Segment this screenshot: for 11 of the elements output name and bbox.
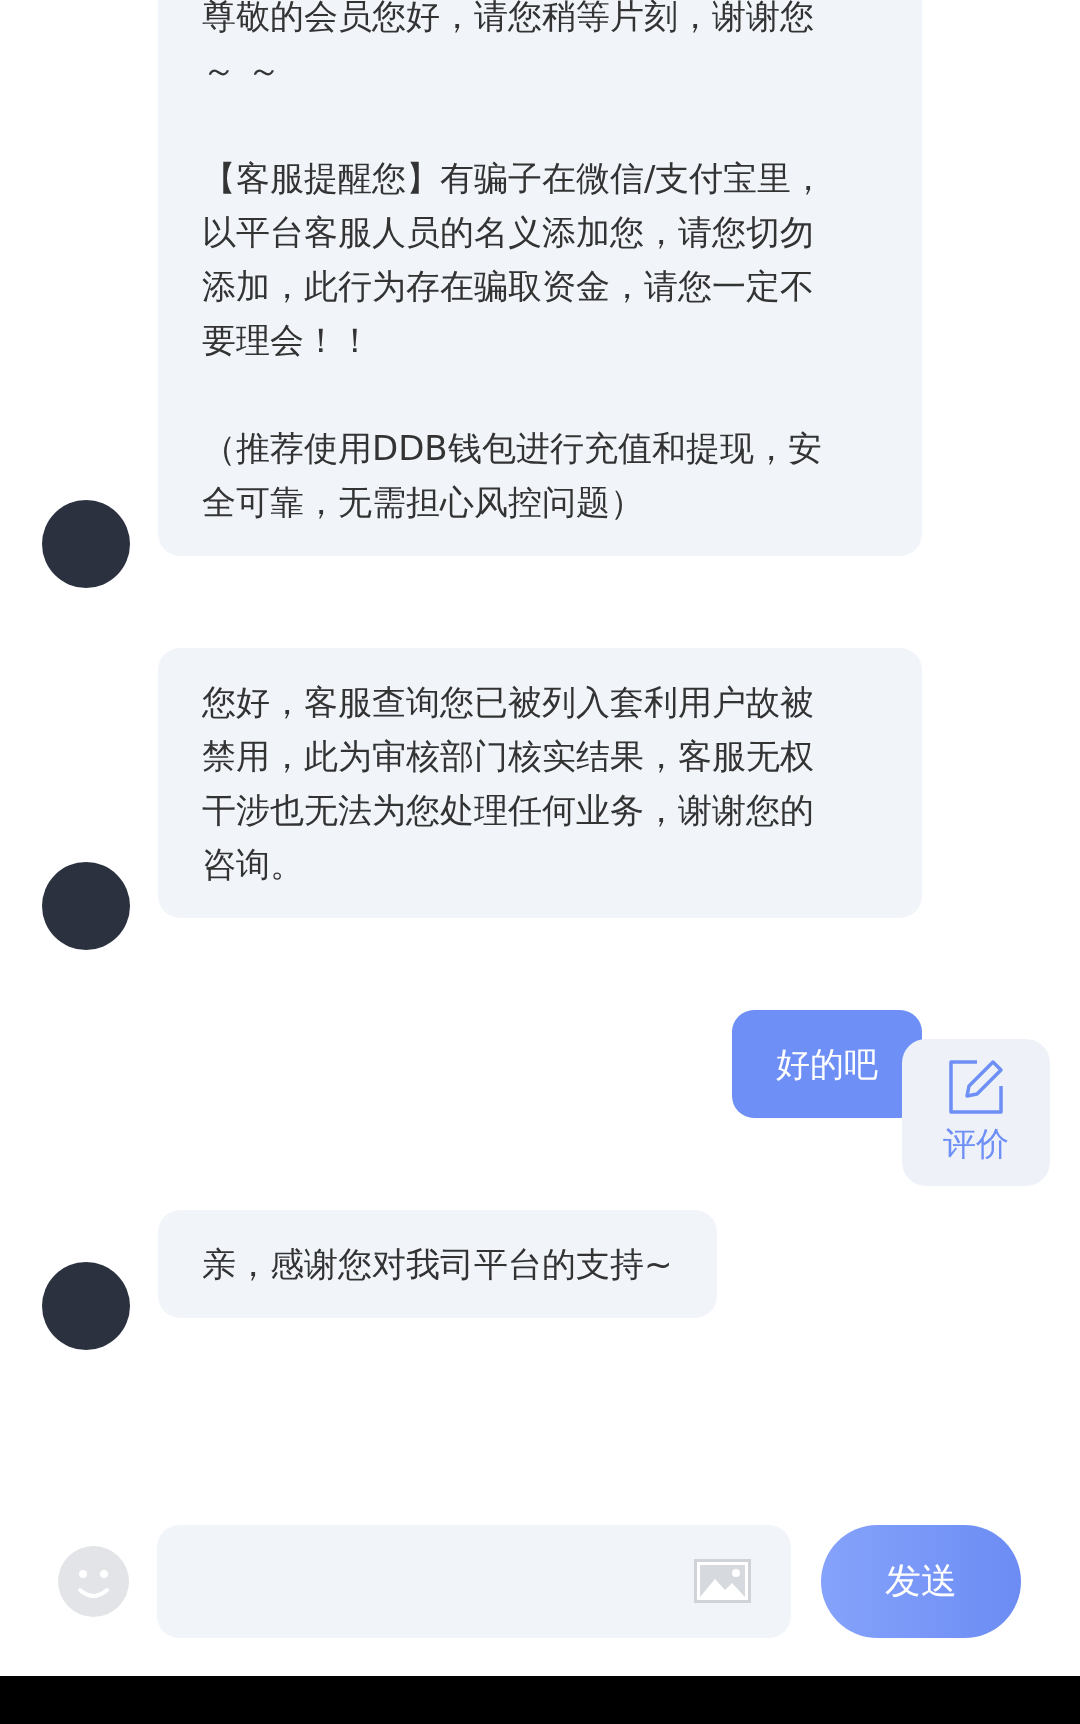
emoji-icon[interactable] [58, 1545, 129, 1617]
message-text: 亲，感谢您对我司平台的支持~ [202, 1243, 673, 1286]
edit-icon [947, 1058, 1005, 1116]
message-text: 您好，客服查询您已被列入套利用户故被禁用，此为审核部门核实结果，客服无权干涉也无法为您处理任何业务，谢谢您的咨询。 [202, 681, 815, 886]
message-text: 【客服提醒您】有骗子在微信/支付宝里，以平台客服人员的名义添加您，请您切勿添加，此行为存在骗取资金，请您一定不要理会！！ [202, 157, 827, 362]
image-icon[interactable] [694, 1559, 751, 1603]
send-button[interactable]: 发送 [821, 1524, 1021, 1638]
message-text: （推荐使用DDB钱包进行充值和提现，安全可靠，无需担心风控问题） [202, 427, 823, 524]
message-bubble: 好的吧 [732, 1010, 922, 1118]
rate-button[interactable]: 评价 [902, 1039, 1050, 1186]
message-input-field[interactable] [157, 1524, 791, 1638]
